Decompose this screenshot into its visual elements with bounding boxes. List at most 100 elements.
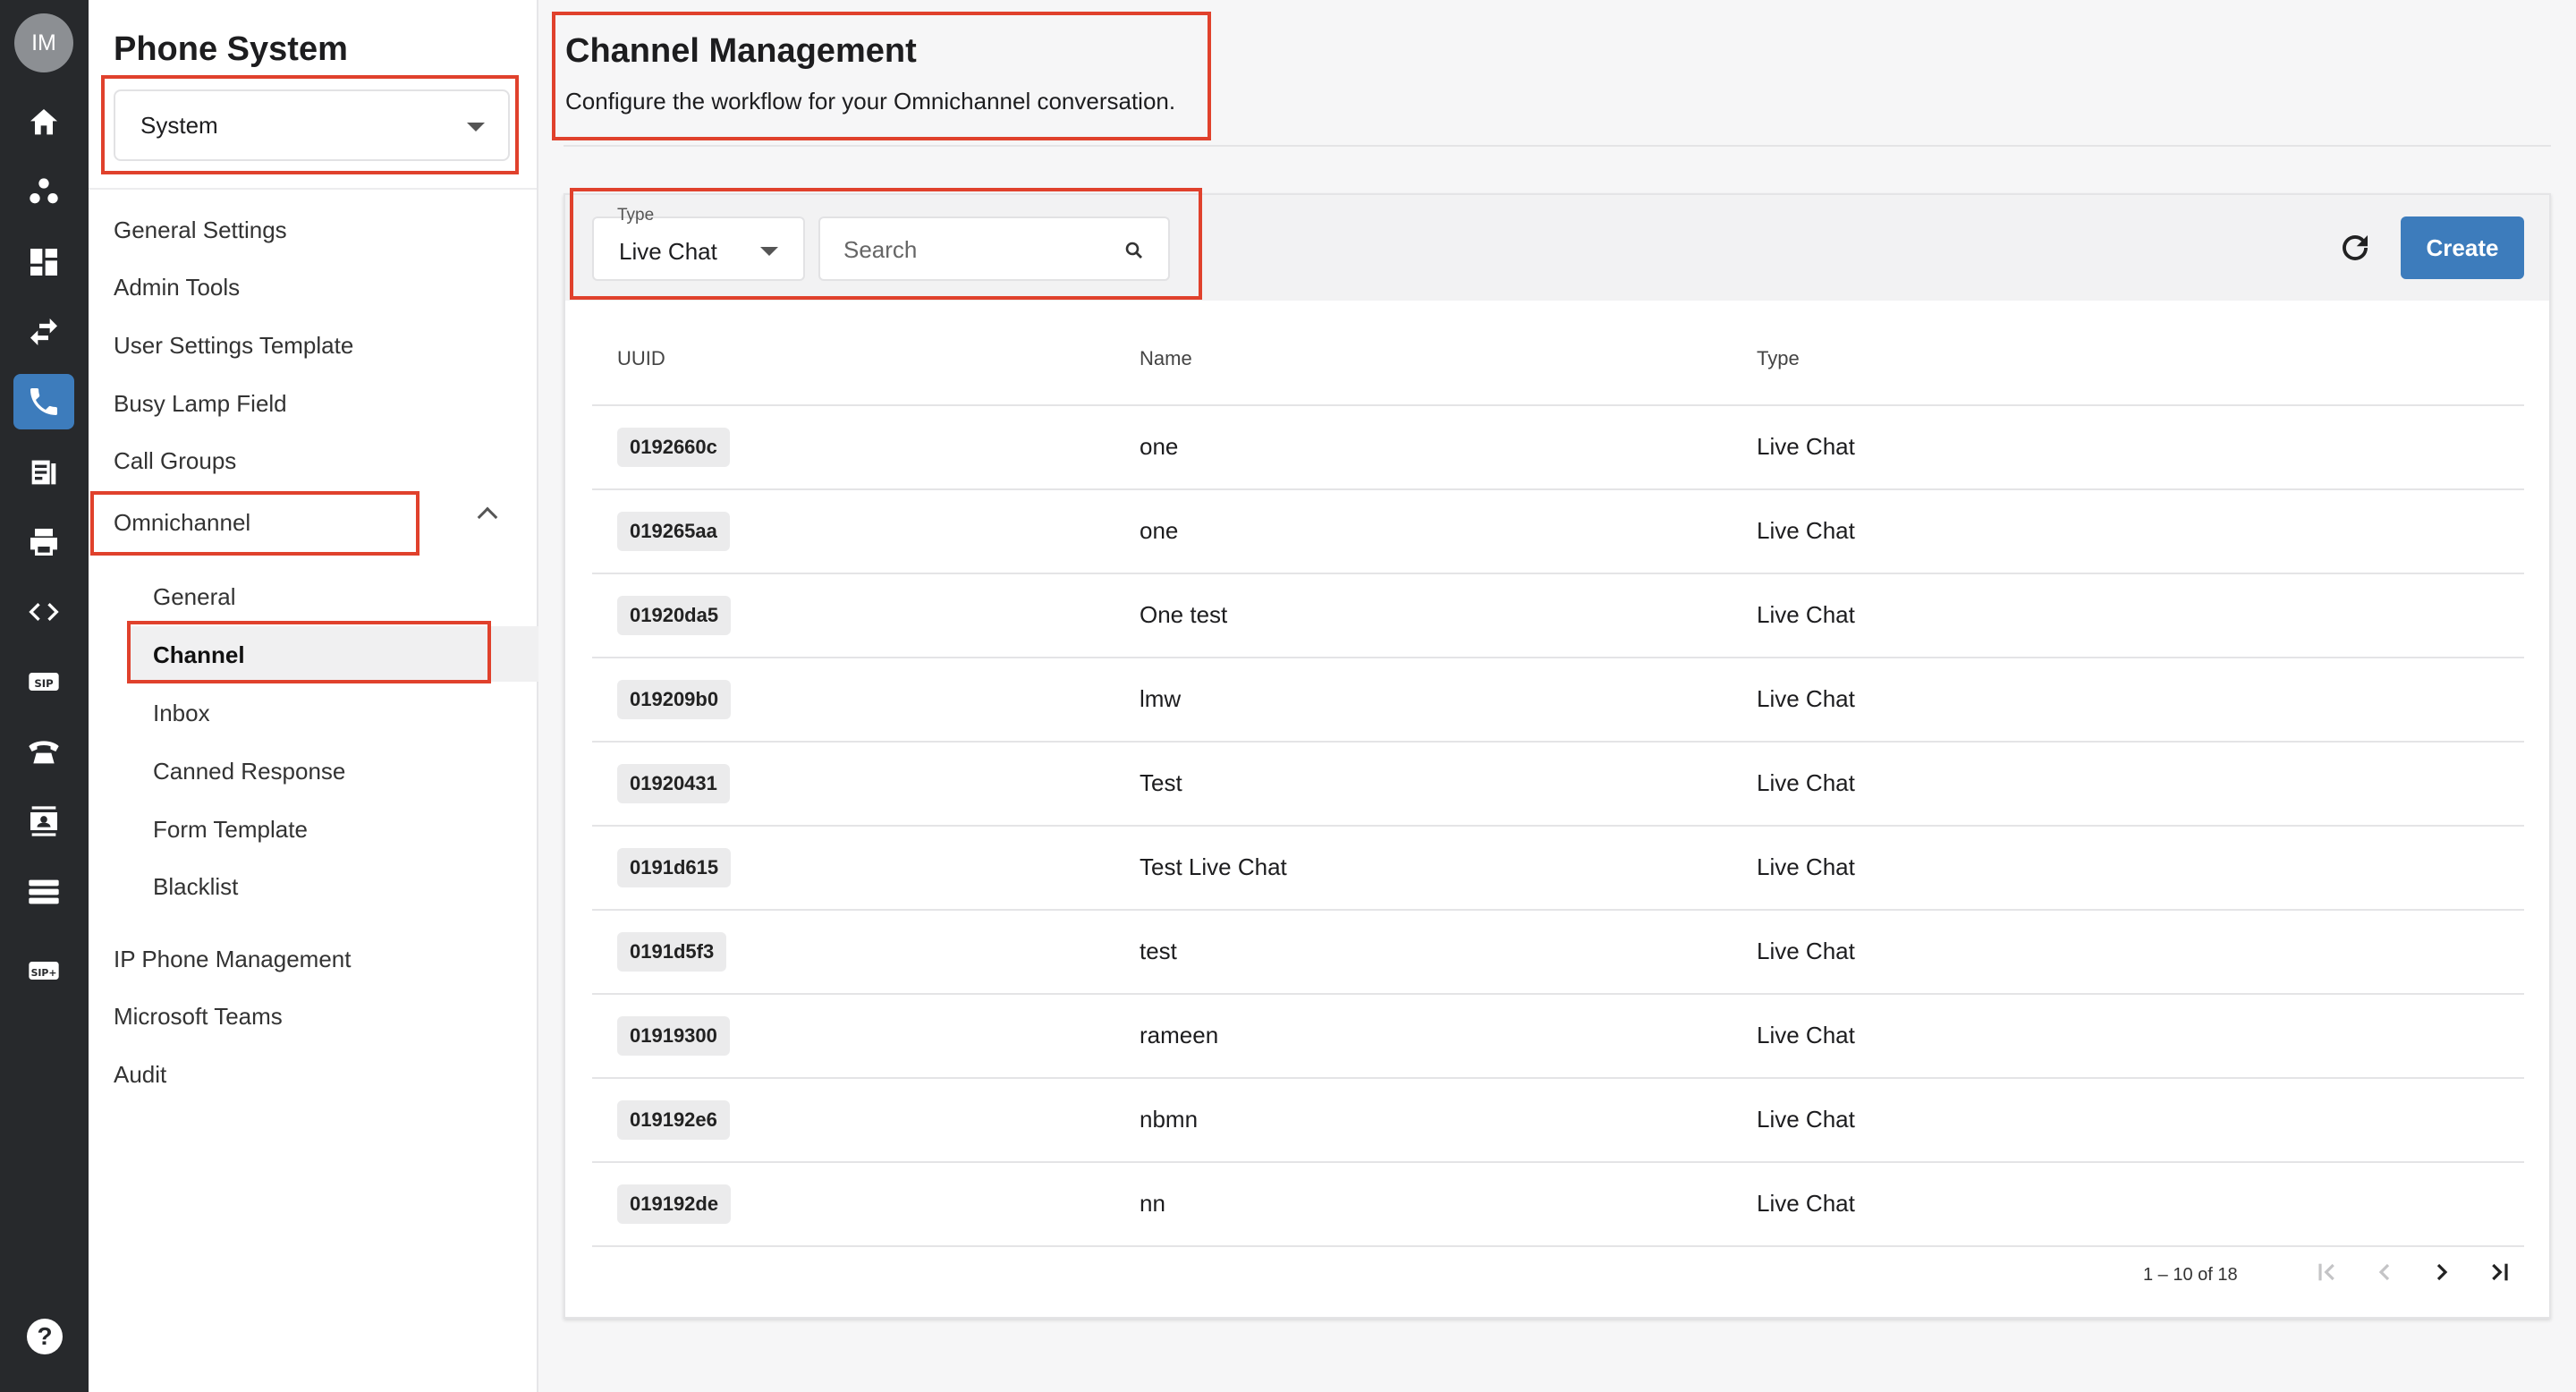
uuid-chip: 019192de [617, 1184, 732, 1224]
row-type: Live Chat [1757, 1022, 1855, 1048]
caret-down-icon [760, 247, 778, 256]
sidebar-subitem-blacklist[interactable]: Blacklist [153, 873, 238, 901]
phone-icon[interactable] [13, 374, 74, 429]
row-name: nn [1140, 1190, 1165, 1217]
sidebar-subitem-general[interactable]: General [153, 583, 236, 611]
dashboard-icon[interactable] [13, 234, 74, 290]
column-header-name[interactable]: Name [1140, 347, 1192, 370]
row-name: nbmn [1140, 1106, 1199, 1133]
type-filter-value: Live Chat [619, 238, 717, 265]
row-type: Live Chat [1757, 769, 1855, 796]
table-row[interactable]: 01919300 rameen Live Chat [592, 995, 2524, 1079]
svg-text:SIP: SIP [34, 677, 54, 690]
sidebar-subitem-channel[interactable]: Channel [153, 641, 245, 669]
caret-down-icon [467, 123, 485, 132]
chevron-up-icon[interactable] [477, 506, 498, 528]
row-type: Live Chat [1757, 853, 1855, 880]
last-page-icon[interactable] [2481, 1254, 2517, 1290]
row-name: Test [1140, 769, 1182, 796]
org-chart-icon[interactable] [13, 165, 74, 220]
row-type: Live Chat [1757, 517, 1855, 544]
code-icon[interactable] [13, 584, 74, 640]
row-type: Live Chat [1757, 1190, 1855, 1217]
column-header-type[interactable]: Type [1757, 347, 1800, 370]
search-box[interactable] [818, 216, 1170, 281]
uuid-chip: 019209b0 [617, 680, 732, 719]
type-filter-label: Type [617, 206, 655, 225]
uuid-chip: 0191d615 [617, 848, 732, 887]
column-header-uuid[interactable]: UUID [617, 347, 665, 370]
page-title: Channel Management [565, 32, 917, 70]
scope-select[interactable]: System [114, 89, 510, 161]
row-name: One test [1140, 601, 1228, 628]
printer-icon[interactable] [13, 514, 74, 570]
prev-page-icon[interactable] [2367, 1254, 2402, 1290]
sip-icon[interactable]: SIP [13, 654, 74, 709]
refresh-icon[interactable] [2336, 229, 2374, 267]
telephone-icon[interactable] [13, 724, 74, 779]
row-type: Live Chat [1757, 433, 1855, 460]
sidebar-item-ip-phone-management[interactable]: IP Phone Management [114, 946, 351, 973]
table-header: UUID Name Type [592, 301, 2524, 406]
uuid-chip: 019192e6 [617, 1100, 730, 1140]
row-name: one [1140, 517, 1179, 544]
transfer-icon[interactable] [13, 304, 74, 360]
home-icon[interactable] [13, 95, 74, 150]
type-filter-select[interactable]: Type Live Chat [592, 206, 805, 281]
row-name: lmw [1140, 685, 1182, 712]
uuid-chip: 019265aa [617, 512, 730, 551]
contacts-icon[interactable] [13, 794, 74, 849]
table-row[interactable]: 019192e6 nbmn Live Chat [592, 1079, 2524, 1163]
uuid-chip: 01919300 [617, 1016, 730, 1056]
fax-icon[interactable] [13, 445, 74, 500]
sidebar-item-audit[interactable]: Audit [114, 1061, 166, 1089]
row-type: Live Chat [1757, 938, 1855, 964]
row-type: Live Chat [1757, 601, 1855, 628]
highlight-box-page-header [552, 12, 1211, 140]
table-row[interactable]: 01920da5 One test Live Chat [592, 574, 2524, 658]
sidebar-subitem-form-template[interactable]: Form Template [153, 816, 308, 844]
sidebar-item-omnichannel[interactable]: Omnichannel [114, 509, 250, 537]
sidebar-subitem-canned-response[interactable]: Canned Response [153, 758, 345, 785]
uuid-chip: 0191d5f3 [617, 932, 727, 972]
sidebar-item-user-settings-template[interactable]: User Settings Template [114, 332, 353, 360]
first-page-icon[interactable] [2309, 1254, 2345, 1290]
table-row[interactable]: 0192660c one Live Chat [592, 406, 2524, 490]
uuid-chip: 0192660c [617, 428, 730, 467]
next-page-icon[interactable] [2424, 1254, 2460, 1290]
table-row[interactable]: 019209b0 lmw Live Chat [592, 658, 2524, 743]
sidebar-item-general-settings[interactable]: General Settings [114, 216, 287, 244]
svg-text:SIP+: SIP+ [31, 967, 57, 979]
row-type: Live Chat [1757, 685, 1855, 712]
sidebar-item-call-groups[interactable]: Call Groups [114, 447, 236, 475]
search-input[interactable] [843, 233, 1112, 267]
table-toolbar: Type Live Chat Create [565, 195, 2549, 301]
search-icon[interactable] [1123, 240, 1145, 261]
uuid-chip: 01920431 [617, 764, 730, 803]
channel-table-card: Type Live Chat Create UUID Name Type 019… [564, 193, 2551, 1319]
avatar[interactable]: IM [14, 13, 73, 72]
sidebar-divider [89, 188, 537, 190]
sidebar-title: Phone System [114, 30, 348, 68]
create-button[interactable]: Create [2401, 216, 2524, 279]
sidebar-item-admin-tools[interactable]: Admin Tools [114, 274, 240, 301]
sip-plus-icon[interactable]: SIP+ [13, 943, 74, 998]
pagination-range: 1 – 10 of 18 [2143, 1265, 2238, 1285]
scope-select-value: System [140, 111, 218, 139]
server-icon[interactable] [13, 864, 74, 920]
app-rail: IM SIP SIP+ ? [0, 0, 89, 1392]
sidebar-item-microsoft-teams[interactable]: Microsoft Teams [114, 1003, 283, 1031]
help-icon[interactable]: ? [27, 1319, 63, 1354]
sidebar-subitem-inbox[interactable]: Inbox [153, 700, 210, 727]
sidebar-item-busy-lamp-field[interactable]: Busy Lamp Field [114, 390, 287, 418]
page-subtitle: Configure the workflow for your Omnichan… [565, 88, 1176, 115]
table-row[interactable]: 019192de nn Live Chat [592, 1163, 2524, 1247]
header-divider [564, 145, 2551, 147]
row-name: Test Live Chat [1140, 853, 1287, 880]
table-row[interactable]: 01920431 Test Live Chat [592, 743, 2524, 827]
row-name: one [1140, 433, 1179, 460]
row-name: rameen [1140, 1022, 1219, 1048]
table-row[interactable]: 019265aa one Live Chat [592, 490, 2524, 574]
table-row[interactable]: 0191d615 Test Live Chat Live Chat [592, 827, 2524, 911]
table-row[interactable]: 0191d5f3 test Live Chat [592, 911, 2524, 995]
